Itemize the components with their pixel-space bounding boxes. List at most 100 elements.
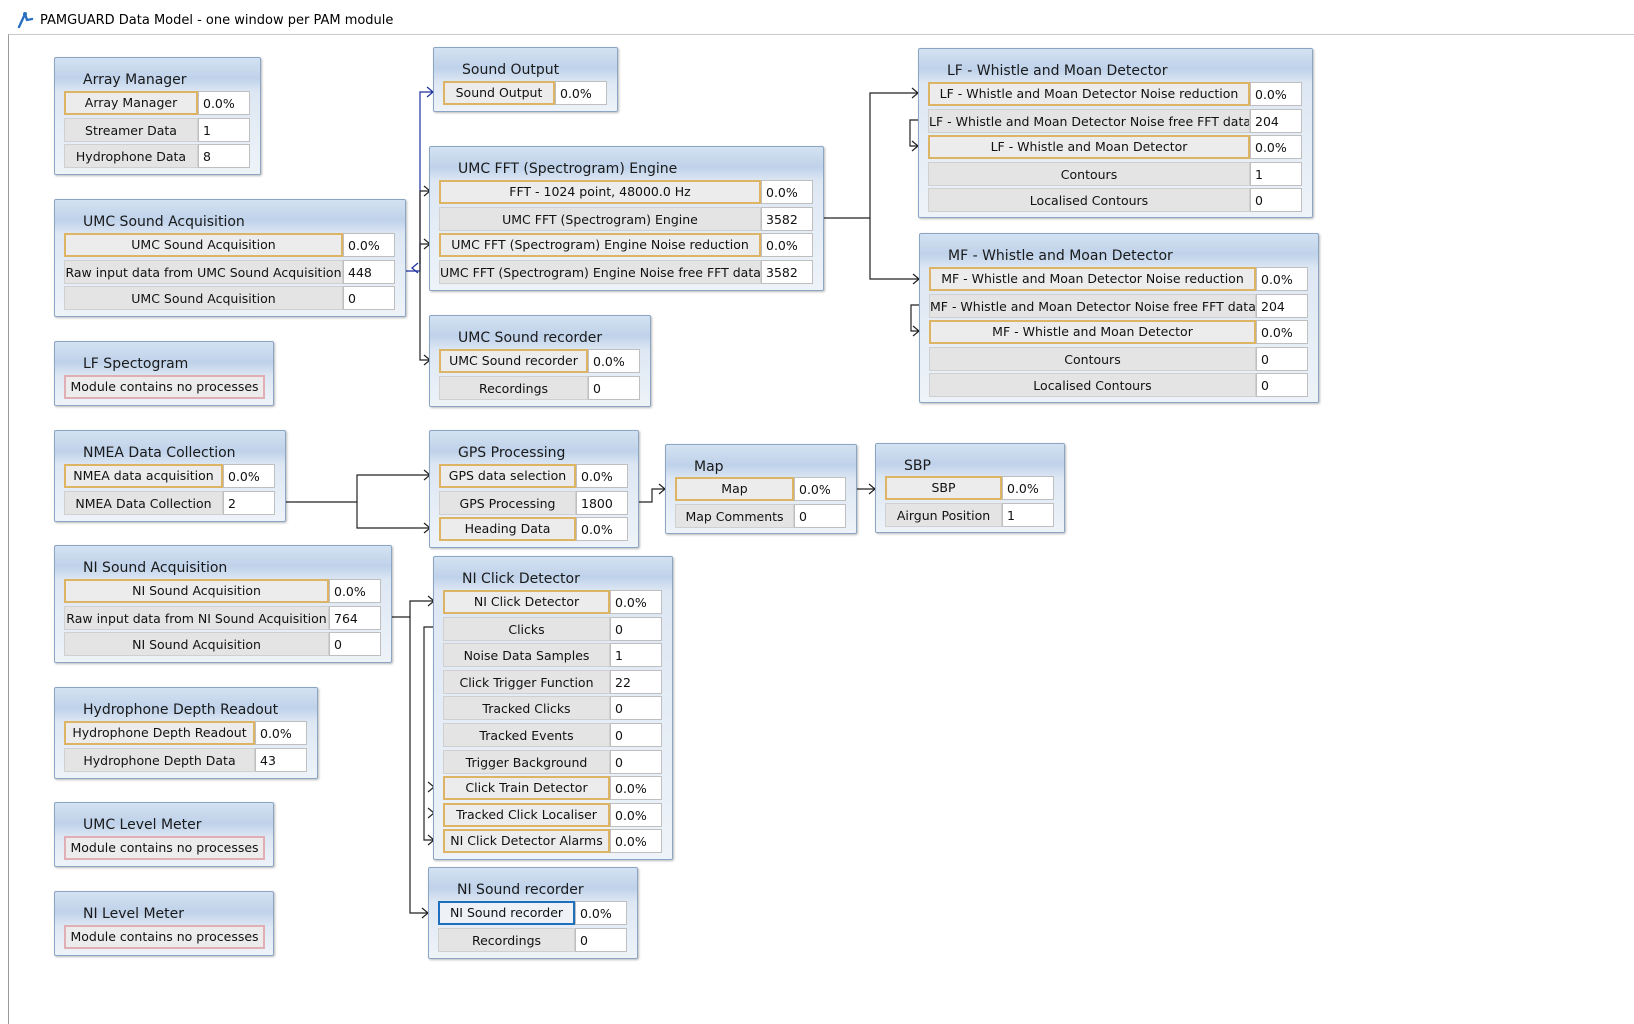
data-block-label[interactable]: Hydrophone Data [64, 144, 198, 168]
module-nmea-data-collection[interactable]: NMEA Data Collection NMEA data acquisiti… [54, 430, 286, 522]
data-block-label[interactable]: Trigger Background [443, 750, 610, 774]
data-block-label[interactable]: Click Trigger Function [443, 670, 610, 694]
process-label[interactable]: UMC FFT (Spectrogram) Engine Noise reduc… [439, 233, 761, 257]
module-array-manager[interactable]: Array Manager Array Manager 0.0% Streame… [54, 57, 261, 175]
process-value: 0.0% [575, 901, 627, 925]
module-map[interactable]: Map Map 0.0% Map Comments 0 [665, 444, 857, 534]
process-label[interactable]: NMEA data acquisition [64, 464, 223, 488]
data-block-label[interactable]: Tracked Clicks [443, 696, 610, 720]
process-value: 0.0% [576, 464, 628, 488]
data-block-count: 764 [329, 606, 381, 630]
module-title: UMC FFT (Spectrogram) Engine [458, 161, 678, 177]
data-block-count: 3582 [761, 260, 813, 284]
process-label[interactable]: LF - Whistle and Moan Detector Noise red… [928, 82, 1250, 106]
process-label[interactable]: NI Click Detector [443, 590, 610, 614]
data-block-label[interactable]: Localised Contours [928, 188, 1250, 212]
module-ni-level-meter[interactable]: NI Level Meter Module contains no proces… [54, 891, 274, 956]
data-block-label[interactable]: Map Comments [675, 504, 794, 528]
process-label-selected[interactable]: NI Sound recorder [438, 901, 575, 925]
process-value: 0.0% [576, 517, 628, 541]
data-block-label[interactable]: Streamer Data [64, 118, 198, 142]
module-lf-spectogram[interactable]: LF Spectogram Module contains no process… [54, 341, 274, 406]
process-value: 0.0% [329, 579, 381, 603]
process-value: 0.0% [610, 590, 662, 614]
module-umc-sound-acquisition[interactable]: UMC Sound Acquisition UMC Sound Acquisit… [54, 199, 406, 317]
data-block-count: 0 [1256, 347, 1308, 371]
process-label[interactable]: Hydrophone Depth Readout [64, 721, 255, 745]
process-label[interactable]: Sound Output [443, 81, 555, 105]
data-block-label[interactable]: MF - Whistle and Moan Detector Noise fre… [929, 294, 1256, 318]
module-hydrophone-depth-readout[interactable]: Hydrophone Depth Readout Hydrophone Dept… [54, 687, 318, 779]
data-block-count: 1 [610, 643, 662, 667]
process-label[interactable]: Array Manager [64, 91, 198, 115]
data-block-label[interactable]: Clicks [443, 617, 610, 641]
process-label[interactable]: Click Train Detector [443, 776, 610, 800]
process-label[interactable]: UMC Sound recorder [439, 349, 588, 373]
data-block-label[interactable]: UMC Sound Acquisition [64, 286, 343, 310]
module-title: NMEA Data Collection [83, 445, 236, 461]
process-label[interactable]: UMC Sound Acquisition [64, 233, 343, 257]
process-label[interactable]: MF - Whistle and Moan Detector [929, 320, 1256, 344]
process-label[interactable]: NI Sound Acquisition [64, 579, 329, 603]
data-block-label[interactable]: GPS Processing [439, 491, 576, 515]
process-value: 0.0% [1250, 135, 1302, 159]
process-value: 0.0% [1002, 476, 1054, 500]
data-block-label[interactable]: Airgun Position [885, 503, 1002, 527]
data-block-count: 0 [1250, 188, 1302, 212]
data-block-count: 204 [1256, 294, 1308, 318]
data-block-label[interactable]: Tracked Events [443, 723, 610, 747]
module-title: NI Click Detector [462, 571, 580, 587]
data-block-count: 0 [329, 632, 381, 656]
module-ni-click-detector[interactable]: NI Click Detector NI Click Detector 0.0%… [433, 556, 673, 860]
process-value: 0.0% [794, 477, 846, 501]
process-label[interactable]: MF - Whistle and Moan Detector Noise red… [929, 267, 1256, 291]
module-title: MF - Whistle and Moan Detector [948, 248, 1173, 264]
process-label[interactable]: NI Click Detector Alarms [443, 829, 610, 853]
data-block-label[interactable]: UMC FFT (Spectrogram) Engine [439, 207, 761, 231]
process-label[interactable]: LF - Whistle and Moan Detector [928, 135, 1250, 159]
process-label[interactable]: SBP [885, 476, 1002, 500]
process-label[interactable]: FFT - 1024 point, 48000.0 Hz [439, 180, 761, 204]
data-block-count: 0 [794, 504, 846, 528]
process-label[interactable]: Heading Data [439, 517, 576, 541]
data-block-label[interactable]: Localised Contours [929, 373, 1256, 397]
window-title: PAMGUARD Data Model - one window per PAM… [40, 12, 394, 28]
module-umc-level-meter[interactable]: UMC Level Meter Module contains no proce… [54, 802, 274, 867]
data-block-label[interactable]: Recordings [439, 376, 588, 400]
data-block-label[interactable]: NI Sound Acquisition [64, 632, 329, 656]
data-block-count: 0 [610, 696, 662, 720]
data-block-label[interactable]: Raw input data from UMC Sound Acquisitio… [64, 260, 343, 284]
data-block-label[interactable]: Hydrophone Depth Data [64, 748, 255, 772]
data-block-count: 1 [198, 118, 250, 142]
module-sound-output[interactable]: Sound Output Sound Output 0.0% [433, 47, 618, 112]
data-block-label[interactable]: Raw input data from NI Sound Acquisition [64, 606, 329, 630]
data-block-label[interactable]: LF - Whistle and Moan Detector Noise fre… [928, 109, 1250, 133]
data-block-label[interactable]: Contours [928, 162, 1250, 186]
module-umc-fft-engine[interactable]: UMC FFT (Spectrogram) Engine FFT - 1024 … [429, 146, 824, 291]
process-value: 0.0% [343, 233, 395, 257]
process-label[interactable]: Map [675, 477, 794, 501]
data-block-count: 3582 [761, 207, 813, 231]
process-label[interactable]: GPS data selection [439, 464, 576, 488]
module-gps-processing[interactable]: GPS Processing GPS data selection 0.0% G… [429, 430, 639, 548]
process-value: 0.0% [610, 803, 662, 827]
module-title: LF - Whistle and Moan Detector [947, 63, 1168, 79]
module-mf-whistle-moan-detector[interactable]: MF - Whistle and Moan Detector MF - Whis… [919, 233, 1319, 403]
process-label[interactable]: Tracked Click Localiser [443, 803, 610, 827]
data-block-count: 0 [1256, 373, 1308, 397]
module-lf-whistle-moan-detector[interactable]: LF - Whistle and Moan Detector LF - Whis… [918, 48, 1313, 218]
module-umc-sound-recorder[interactable]: UMC Sound recorder UMC Sound recorder 0.… [429, 315, 651, 407]
data-block-label[interactable]: Contours [929, 347, 1256, 371]
process-value: 0.0% [588, 349, 640, 373]
data-block-label[interactable]: Noise Data Samples [443, 643, 610, 667]
data-block-label[interactable]: NMEA Data Collection [64, 491, 223, 515]
module-title: UMC Sound recorder [458, 330, 603, 346]
data-block-label[interactable]: Recordings [438, 928, 575, 952]
process-value: 0.0% [761, 180, 813, 204]
data-block-label[interactable]: UMC FFT (Spectrogram) Engine Noise free … [439, 260, 761, 284]
module-sbp[interactable]: SBP SBP 0.0% Airgun Position 1 [875, 443, 1065, 533]
module-ni-sound-recorder[interactable]: NI Sound recorder NI Sound recorder 0.0%… [428, 867, 638, 959]
module-title: NI Sound Acquisition [83, 560, 228, 576]
module-ni-sound-acquisition[interactable]: NI Sound Acquisition NI Sound Acquisitio… [54, 545, 392, 663]
no-process-label: Module contains no processes [64, 375, 265, 399]
